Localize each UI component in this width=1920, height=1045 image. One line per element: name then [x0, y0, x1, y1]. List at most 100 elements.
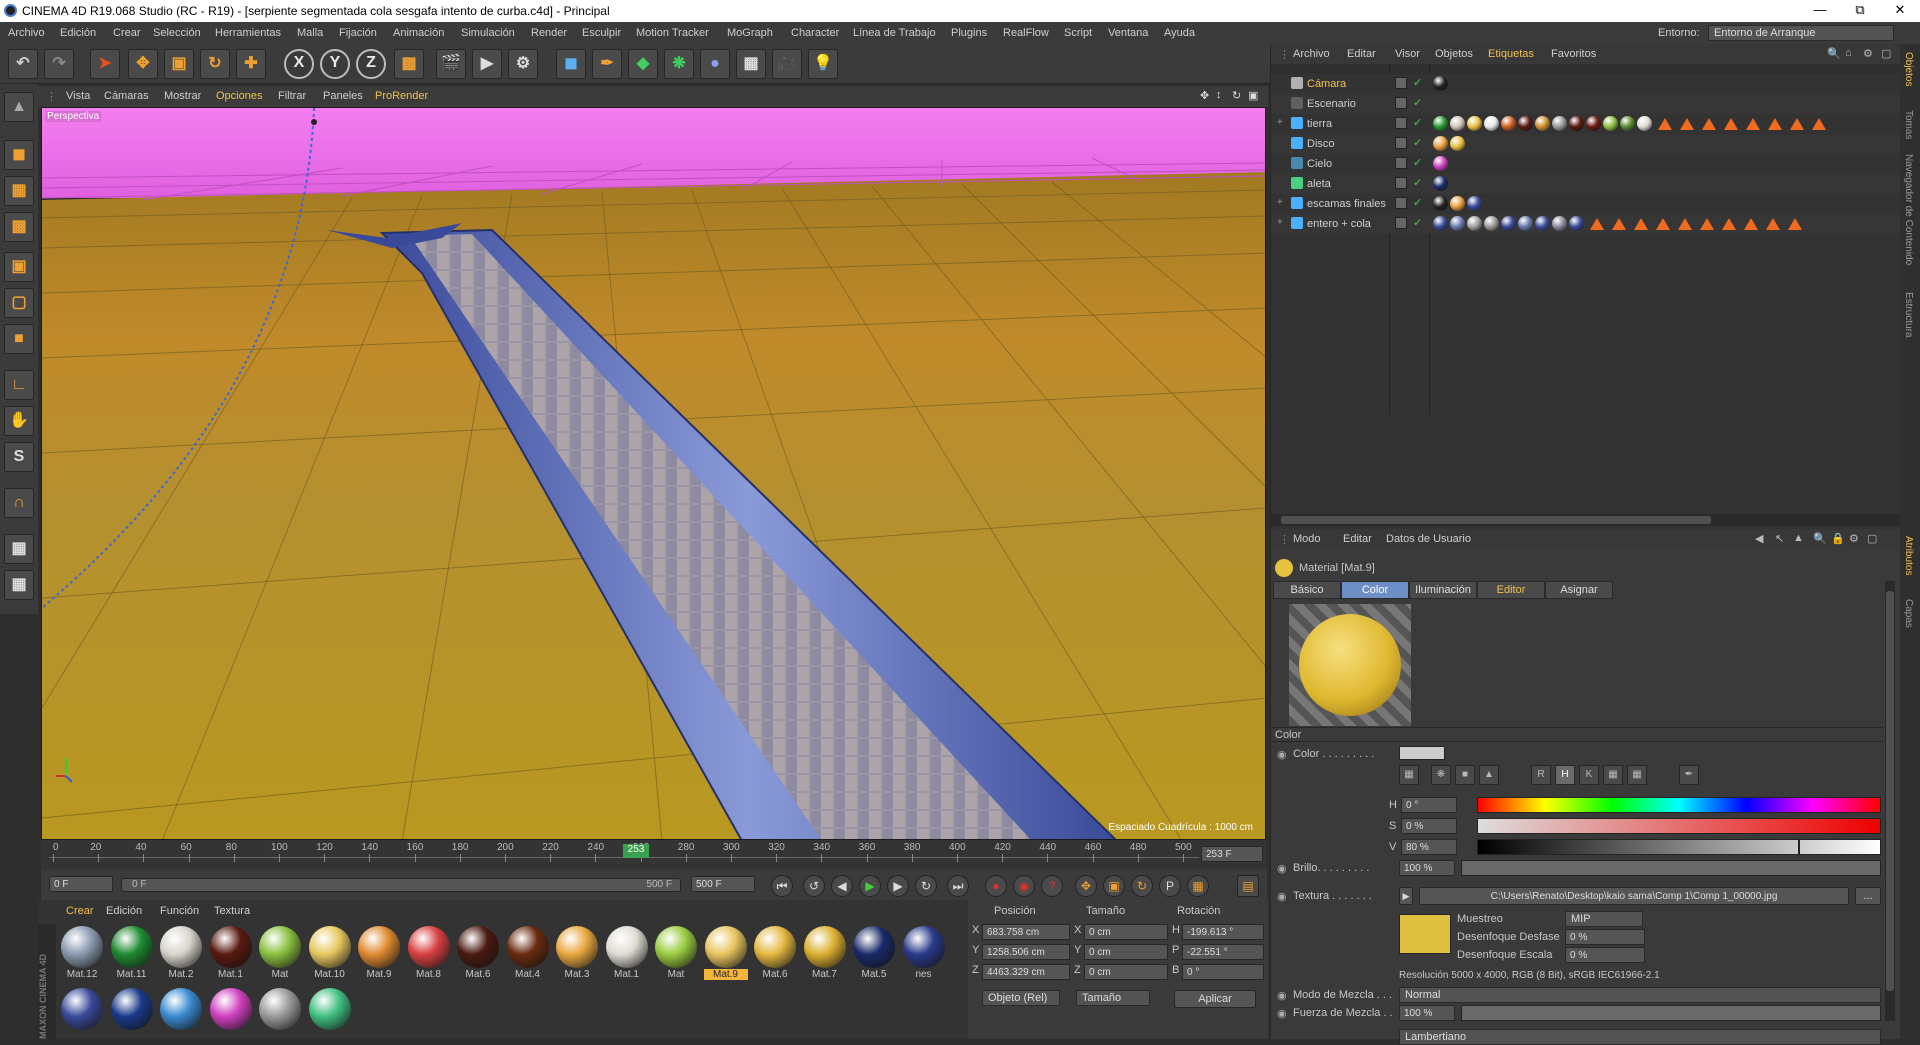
- object-enabled-icon[interactable]: ✓: [1413, 156, 1422, 169]
- next-frame-icon[interactable]: ▶: [887, 875, 909, 897]
- color-hsv-icon[interactable]: H: [1555, 765, 1575, 785]
- attribute-menu-modo[interactable]: Modo: [1293, 533, 1321, 545]
- phong-tag-icon[interactable]: [1812, 118, 1826, 130]
- material-item[interactable]: [110, 988, 154, 1030]
- material-tag-icon[interactable]: [1552, 116, 1567, 131]
- render-settings-icon[interactable]: ⚙: [508, 49, 538, 79]
- object-menu-archivo[interactable]: Archivo: [1293, 48, 1330, 60]
- phong-tag-icon[interactable]: [1768, 118, 1782, 130]
- timeline-ruler[interactable]: 0204060801001201401601802002202402602803…: [41, 840, 1267, 870]
- rotation-field[interactable]: -199.613 °: [1182, 924, 1264, 940]
- make-editable-icon[interactable]: ▲: [4, 92, 34, 122]
- menu-seleccion[interactable]: Selección: [153, 27, 201, 39]
- key-scale-icon[interactable]: ▣: [1103, 875, 1125, 897]
- material-item[interactable]: Mat.9: [357, 926, 401, 980]
- expand-icon[interactable]: +: [1277, 217, 1283, 228]
- z-axis-lock-button[interactable]: Z: [356, 49, 386, 79]
- material-item[interactable]: Mat: [258, 926, 302, 980]
- perspective-viewport[interactable]: Perspectiva Espaciado Cuadrícula : 1000 …: [41, 107, 1266, 840]
- attribute-menu-editar[interactable]: Editar: [1343, 533, 1372, 545]
- polygons-mode-icon[interactable]: ■: [4, 324, 34, 354]
- workplane-icon[interactable]: ▦: [4, 534, 34, 564]
- value-slider[interactable]: [1477, 839, 1881, 855]
- viewport-move-icon[interactable]: ✥: [1200, 89, 1209, 102]
- viewport-menu-camaras[interactable]: Cámaras: [104, 90, 149, 102]
- material-item[interactable]: [258, 988, 302, 1030]
- object-menu-visor[interactable]: Visor: [1395, 48, 1420, 60]
- menu-ventana[interactable]: Ventana: [1108, 27, 1148, 39]
- object-enabled-icon[interactable]: ✓: [1413, 116, 1422, 129]
- material-tag-icon[interactable]: [1467, 216, 1482, 231]
- material-menu-crear[interactable]: Crear: [66, 905, 94, 917]
- color-kelvin-icon[interactable]: K: [1579, 765, 1599, 785]
- material-item[interactable]: Mat: [654, 926, 698, 980]
- material-tag-icon[interactable]: [1518, 216, 1533, 231]
- phong-tag-icon[interactable]: [1658, 118, 1672, 130]
- menu-plugins[interactable]: Plugins: [951, 27, 987, 39]
- material-item[interactable]: Mat.12: [60, 926, 104, 980]
- material-tag-icon[interactable]: [1433, 216, 1448, 231]
- material-tag-icon[interactable]: [1450, 196, 1465, 211]
- start-frame-field[interactable]: 0 F: [49, 876, 113, 892]
- menu-character[interactable]: Character: [791, 27, 839, 39]
- object-name[interactable]: Cielo: [1307, 158, 1332, 170]
- light-icon[interactable]: 💡: [808, 49, 838, 79]
- pen-spline-icon[interactable]: ✒: [592, 49, 622, 79]
- y-axis-lock-button[interactable]: Y: [320, 49, 350, 79]
- cube-primitive-icon[interactable]: ◼: [556, 49, 586, 79]
- object-row[interactable]: Cielo ✓: [1271, 154, 1901, 174]
- tab-iluminacion[interactable]: Iluminación: [1409, 581, 1477, 599]
- object-name[interactable]: Cámara: [1307, 78, 1346, 90]
- object-name[interactable]: entero + cola: [1307, 218, 1371, 230]
- side-tab-tomas[interactable]: Tomas: [1903, 110, 1914, 139]
- points-mode-icon[interactable]: ▣: [4, 252, 34, 282]
- menu-linea-de-trabajo[interactable]: Línea de Trabajo: [853, 27, 936, 39]
- material-item[interactable]: Mat.10: [308, 926, 352, 980]
- color-spectrum-icon[interactable]: ❋: [1431, 765, 1451, 785]
- object-enabled-icon[interactable]: ✓: [1413, 196, 1422, 209]
- viewport-zoom-icon[interactable]: ↕: [1216, 89, 1222, 101]
- current-frame-field[interactable]: 253 F: [1201, 846, 1263, 862]
- tab-color[interactable]: Color: [1341, 581, 1409, 599]
- brillo-field[interactable]: 100 %: [1399, 860, 1455, 876]
- object-name[interactable]: tierra: [1307, 118, 1332, 130]
- muestreo-dropdown[interactable]: MIP: [1565, 911, 1643, 927]
- menu-motion-tracker[interactable]: Motion Tracker: [636, 27, 709, 39]
- camera-icon[interactable]: 🎥: [772, 49, 802, 79]
- object-search-icon[interactable]: 🔍: [1827, 47, 1841, 60]
- material-item[interactable]: Mat.6: [456, 926, 500, 980]
- menu-crear[interactable]: Crear: [113, 27, 141, 39]
- material-menu-textura[interactable]: Textura: [214, 905, 250, 917]
- phong-tag-icon[interactable]: [1656, 218, 1670, 230]
- hue-field[interactable]: 0 °: [1401, 797, 1457, 813]
- phong-tag-icon[interactable]: [1722, 218, 1736, 230]
- subdivision-icon[interactable]: ◆: [628, 49, 658, 79]
- desfase-field[interactable]: 0 %: [1565, 929, 1645, 945]
- menu-render[interactable]: Render: [531, 27, 567, 39]
- position-field[interactable]: 1258.506 cm: [982, 944, 1070, 960]
- size-field[interactable]: 0 cm: [1084, 924, 1168, 940]
- object-home-icon[interactable]: ⌂: [1845, 47, 1852, 59]
- maximize-button[interactable]: ⧉: [1840, 2, 1880, 20]
- tweak-mode-icon[interactable]: ✋: [4, 406, 34, 436]
- textura-path-field[interactable]: C:\Users\Renato\Desktop\kaio sama\Comp 1…: [1419, 887, 1849, 905]
- material-item[interactable]: Mat.9: [703, 926, 748, 980]
- menu-script[interactable]: Script: [1064, 27, 1092, 39]
- attribute-scrollbar[interactable]: [1885, 581, 1895, 1021]
- undo-icon[interactable]: ↶: [8, 49, 38, 79]
- floor-icon[interactable]: ▦: [736, 49, 766, 79]
- close-button[interactable]: ✕: [1880, 2, 1920, 20]
- object-row[interactable]: + tierra ✓: [1271, 114, 1901, 134]
- side-tab-objetos[interactable]: Objetos: [1903, 52, 1914, 86]
- material-tag-icon[interactable]: [1484, 216, 1499, 231]
- textura-radio-icon[interactable]: ◉: [1277, 890, 1287, 903]
- viewport-toggle-icon[interactable]: ▣: [1248, 89, 1258, 102]
- object-enabled-icon[interactable]: ✓: [1413, 136, 1422, 149]
- fuerza-radio-icon[interactable]: ◉: [1277, 1007, 1287, 1020]
- scale-tool-icon[interactable]: ▣: [164, 49, 194, 79]
- material-tag-icon[interactable]: [1433, 196, 1448, 211]
- viewport-menu-filtrar[interactable]: Filtrar: [278, 90, 306, 102]
- attribute-lock-icon[interactable]: 🔒: [1831, 532, 1845, 545]
- edges-mode-icon[interactable]: ▢: [4, 288, 34, 318]
- layer-visibility-icon[interactable]: [1395, 137, 1407, 149]
